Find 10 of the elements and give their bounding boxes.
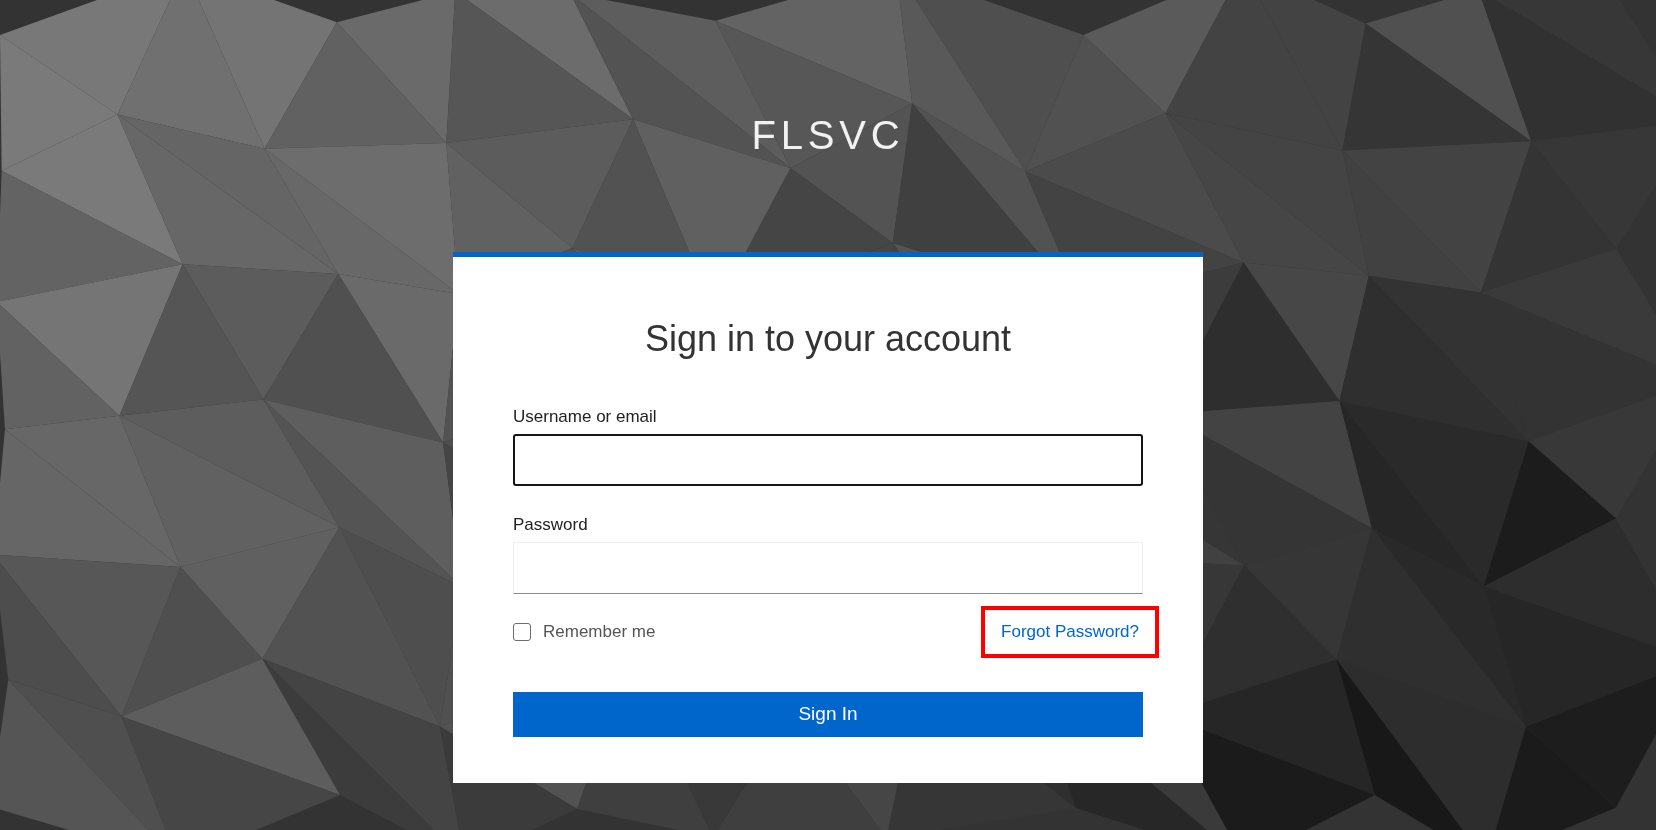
username-field[interactable]: [513, 434, 1143, 486]
card-heading: Sign in to your account: [643, 317, 1013, 361]
field-label: Username or email: [513, 406, 658, 428]
password-field[interactable]: [513, 542, 1143, 594]
brand-title: FLSVC: [751, 112, 905, 159]
field-label: Password: [513, 514, 589, 536]
sign-in-button[interactable]: Sign In: [513, 692, 1143, 737]
remember-checkbox[interactable]: [513, 623, 531, 641]
remember-label: Remember me: [543, 621, 656, 644]
forgot-password-link[interactable]: Forgot Password?: [981, 606, 1159, 658]
